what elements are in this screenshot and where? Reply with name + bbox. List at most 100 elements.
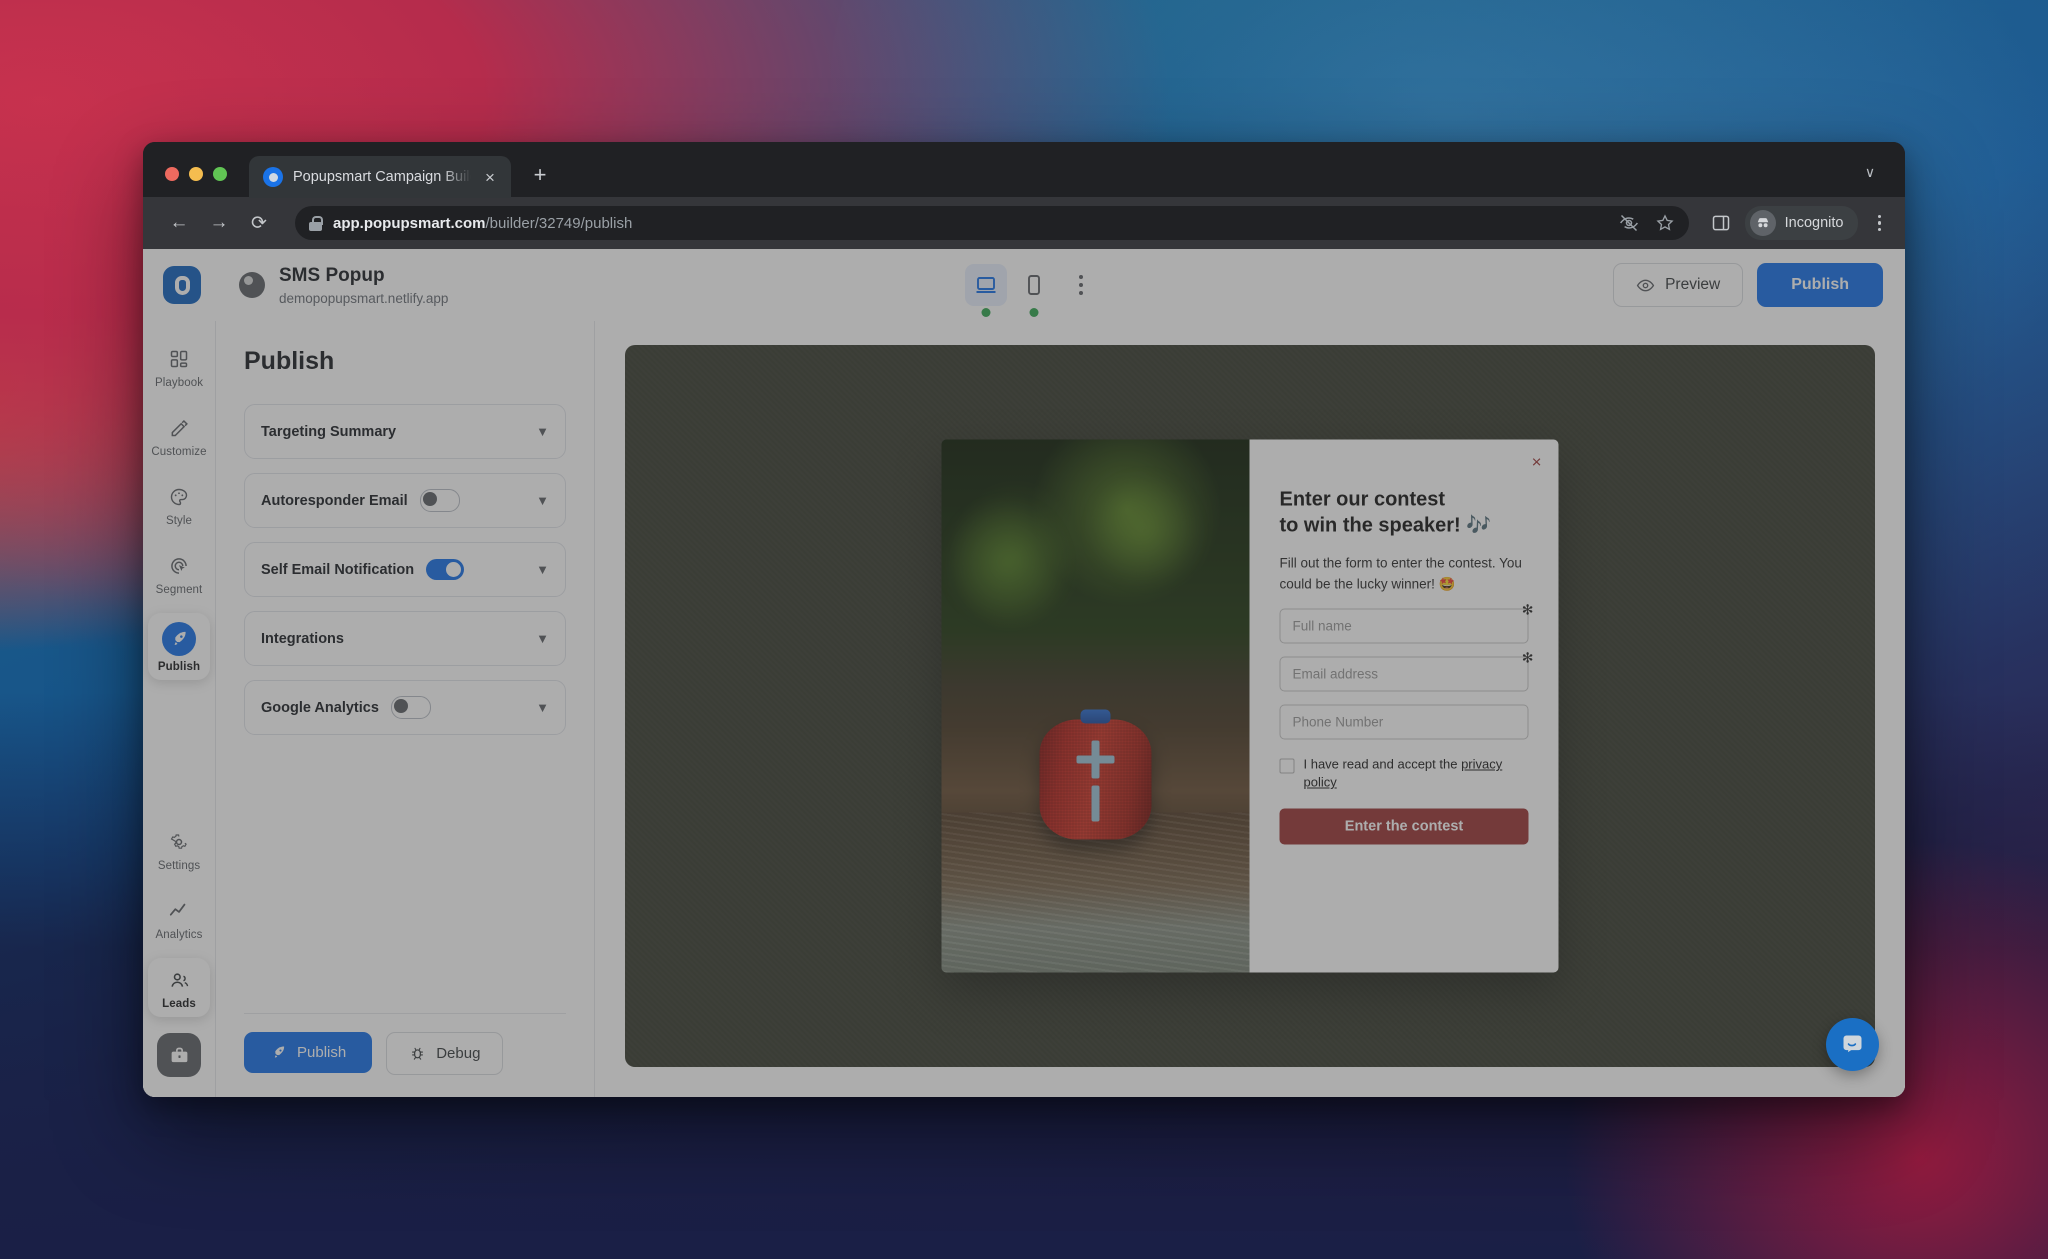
incognito-avatar-icon — [1750, 210, 1776, 236]
browser-tab[interactable]: Popupsmart Campaign Builder × — [249, 156, 511, 198]
browser-toolbar: ← → ⟳ app.popupsmart.com/builder/32749/p… — [143, 197, 1905, 249]
eye-icon — [1636, 276, 1655, 295]
close-window-button[interactable] — [165, 167, 179, 181]
accordion-label: Google Analytics — [261, 700, 379, 716]
chevron-down-icon: ▼ — [536, 562, 549, 577]
mobile-icon — [1022, 273, 1046, 297]
accordion-label: Self Email Notification — [261, 562, 414, 578]
sidebar-label-analytics: Analytics — [156, 929, 203, 941]
required-asterisk: ✻ — [1522, 602, 1534, 619]
preview-button[interactable]: Preview — [1613, 263, 1743, 307]
new-tab-button[interactable]: + — [523, 158, 557, 192]
address-bar[interactable]: app.popupsmart.com/builder/32749/publish — [295, 206, 1689, 240]
browser-tab-strip: Popupsmart Campaign Builder × + ∨ — [143, 142, 1905, 197]
chevron-down-icon: ▼ — [536, 424, 549, 439]
panel-footer: Publish Debug — [244, 1013, 566, 1097]
device-desktop-button[interactable] — [965, 264, 1007, 306]
page-title: Publish — [244, 347, 566, 376]
reload-button[interactable]: ⟳ — [241, 205, 277, 241]
popup-heading-line1: Enter our contest — [1280, 488, 1529, 514]
sidebar-label-playbook: Playbook — [155, 377, 203, 389]
accordion-label: Autoresponder Email — [261, 493, 408, 509]
popup-close-icon[interactable]: × — [1532, 454, 1542, 471]
email-field-wrap: Email address ✻ — [1280, 657, 1529, 692]
publish-button-header[interactable]: Publish — [1757, 263, 1883, 307]
publish-button-panel[interactable]: Publish — [244, 1032, 372, 1073]
sidebar-item-style[interactable]: Style — [148, 475, 210, 534]
consent-row[interactable]: I have read and accept the privacy polic… — [1280, 756, 1529, 793]
address-bar-url: app.popupsmart.com/builder/32749/publish — [333, 215, 632, 232]
sidebar-item-analytics[interactable]: Analytics — [148, 889, 210, 948]
popup-image — [942, 440, 1250, 973]
app-header: SMS Popup demopopupsmart.netlify.app — [143, 249, 1905, 322]
publish-panel: Publish Targeting Summary ▼ Autoresponde… — [216, 321, 595, 1097]
desktop-icon — [974, 273, 998, 297]
chat-bubble-icon — [1839, 1031, 1866, 1058]
forward-button[interactable]: → — [201, 205, 237, 241]
sidebar-item-publish[interactable]: Publish — [148, 613, 210, 680]
briefcase-icon[interactable] — [157, 1033, 201, 1077]
accordion-integrations[interactable]: Integrations ▼ — [244, 611, 566, 666]
intercom-chat-button[interactable] — [1826, 1018, 1879, 1071]
back-button[interactable]: ← — [161, 205, 197, 241]
globe-icon — [239, 272, 265, 298]
popup-form: × Enter our contest to win the speaker! … — [1250, 440, 1559, 973]
accordion-google-analytics[interactable]: Google Analytics ▼ — [244, 680, 566, 735]
campaign-name: SMS Popup — [279, 264, 448, 288]
chevron-down-icon: ▼ — [536, 700, 549, 715]
sidebar-label-customize: Customize — [151, 446, 206, 458]
browser-tab-title: Popupsmart Campaign Builder — [293, 169, 471, 185]
debug-button[interactable]: Debug — [386, 1032, 503, 1075]
sidebar-item-segment[interactable]: Segment — [148, 544, 210, 603]
consent-checkbox[interactable] — [1280, 759, 1295, 774]
lock-icon — [309, 216, 322, 231]
campaign-domain: demopopupsmart.netlify.app — [279, 291, 448, 306]
email-input[interactable]: Email address — [1280, 657, 1529, 692]
desktop-status-dot — [982, 308, 991, 317]
minimize-window-button[interactable] — [189, 167, 203, 181]
autoresponder-email-toggle[interactable] — [420, 489, 460, 512]
incognito-label: Incognito — [1785, 215, 1844, 231]
sidebar-label-style: Style — [166, 515, 192, 527]
maximize-window-button[interactable] — [213, 167, 227, 181]
users-icon — [166, 967, 192, 993]
sidebar-item-customize[interactable]: Customize — [148, 406, 210, 465]
grid-icon — [166, 346, 192, 372]
accordion-self-email-notification[interactable]: Self Email Notification ▼ — [244, 542, 566, 597]
tab-search-icon[interactable]: ∨ — [1857, 159, 1883, 185]
popupsmart-logo-icon[interactable] — [163, 266, 201, 304]
full-name-input[interactable]: Full name — [1280, 609, 1529, 644]
accordion-label: Targeting Summary — [261, 424, 396, 440]
accordion-autoresponder-email[interactable]: Autoresponder Email ▼ — [244, 473, 566, 528]
enter-contest-button[interactable]: Enter the contest — [1280, 808, 1529, 844]
sidebar-item-settings[interactable]: Settings — [148, 820, 210, 879]
sidebar-item-leads[interactable]: Leads — [148, 958, 210, 1017]
browser-menu-icon[interactable] — [1872, 215, 1888, 232]
toolbar-right-actions: Incognito — [1711, 206, 1887, 240]
required-asterisk: ✻ — [1522, 650, 1534, 667]
popupsmart-favicon-icon — [263, 167, 283, 187]
incognito-indicator[interactable]: Incognito — [1745, 206, 1858, 240]
target-cursor-icon — [166, 553, 192, 579]
accordion-targeting-summary[interactable]: Targeting Summary ▼ — [244, 404, 566, 459]
campaign-meta: SMS Popup demopopupsmart.netlify.app — [279, 264, 448, 306]
device-mobile-button[interactable] — [1013, 264, 1055, 306]
sidebar-label-settings: Settings — [158, 860, 200, 872]
sidebar-rail: Playbook Customize — [143, 321, 216, 1097]
photo-foliage-right — [1065, 450, 1225, 610]
google-analytics-toggle[interactable] — [391, 696, 431, 719]
chart-line-icon — [166, 898, 192, 924]
self-email-notification-toggle[interactable] — [426, 559, 464, 580]
window-traffic-lights[interactable] — [165, 167, 227, 197]
phone-input[interactable]: Phone Number — [1280, 705, 1529, 740]
side-panel-icon[interactable] — [1711, 213, 1731, 233]
sidebar-label-leads: Leads — [162, 998, 196, 1010]
popup-description: Fill out the form to enter the contest. … — [1280, 554, 1529, 596]
sidebar-label-segment: Segment — [156, 584, 203, 596]
hidden-eye-icon[interactable] — [1619, 213, 1639, 233]
close-tab-icon[interactable]: × — [481, 168, 499, 186]
device-more-options-icon[interactable] — [1079, 275, 1083, 295]
bookmark-star-icon[interactable] — [1655, 213, 1675, 233]
sidebar-item-playbook[interactable]: Playbook — [148, 337, 210, 396]
publish-label: Publish — [297, 1044, 346, 1061]
